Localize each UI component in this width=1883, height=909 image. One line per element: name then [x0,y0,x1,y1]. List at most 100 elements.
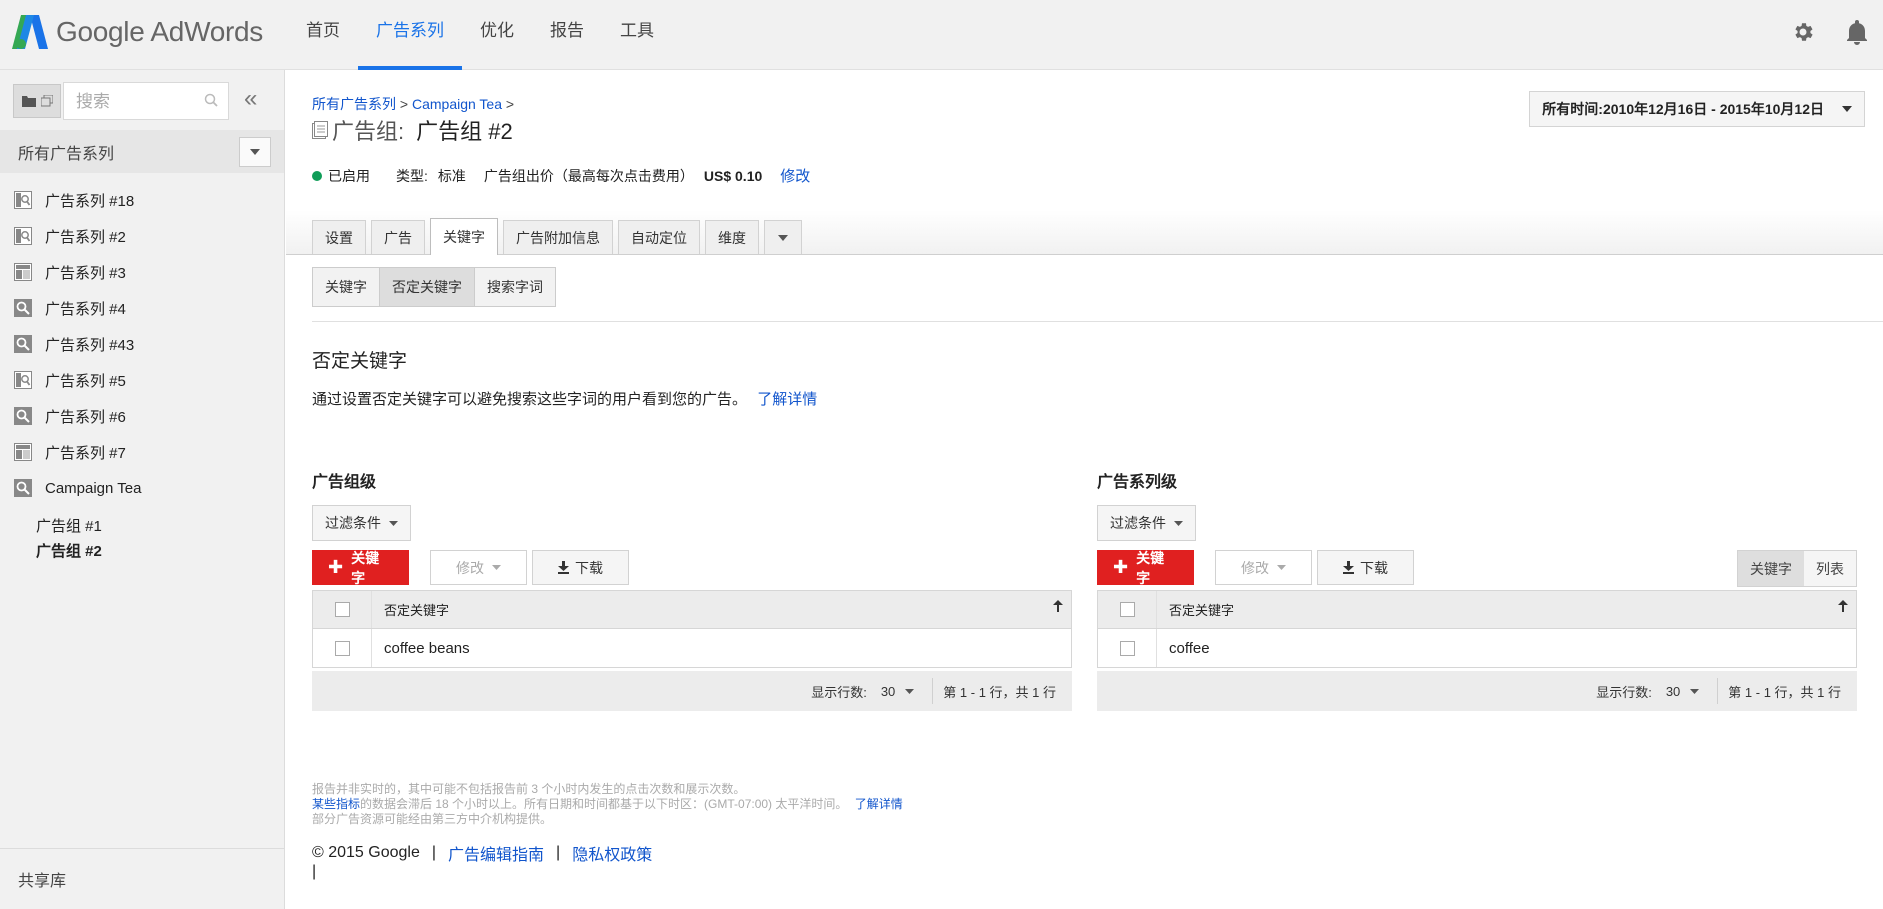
edit-button[interactable]: 修改 [1215,550,1312,585]
row-checkbox[interactable] [1119,640,1135,656]
subtab-keywords[interactable]: 关键字 [313,268,380,306]
tab-dimensions[interactable]: 维度 [705,220,759,254]
adwords-logo[interactable]: Google AdWords [12,14,263,50]
add-negative-keyword-button[interactable]: ✚ 关键字 [1097,550,1194,586]
ad-group-status-line: 已启用 类型: 标准 广告组出价（最高每次点击费用） US$ 0.10 修改 [312,165,810,186]
learn-more-link[interactable]: 了解详情 [855,797,903,811]
select-all-checkbox[interactable] [334,602,350,617]
sidebar-item-campaign-tea[interactable]: Campaign Tea [0,470,284,506]
search-icon [14,407,32,425]
table-row: coffee [1098,629,1856,667]
add-button-label: 关键字 [351,549,380,586]
bid-value: US$ 0.10 [703,167,763,184]
date-range-value: 2010年12月16日 - 2015年10月12日 [1602,101,1824,117]
column-header-negative-keyword[interactable]: 否定关键字 [384,600,449,619]
nav-item-reports[interactable]: 报告 [532,0,602,70]
keyword-cell: coffee [1169,639,1210,657]
tab-keywords[interactable]: 关键字 [430,218,498,255]
shared-library-link[interactable]: 共享库 [18,867,66,891]
keyword-toolbar: ✚ 关键字 修改 下载 [1097,550,1414,586]
sort-ascending-icon[interactable] [1838,600,1848,612]
all-campaigns-dropdown[interactable] [239,137,271,167]
column-header-negative-keyword[interactable]: 否定关键字 [1169,600,1234,619]
sidebar-item-campaign-18[interactable]: 广告系列 #18 [0,182,284,218]
add-negative-keyword-button[interactable]: ✚ 关键字 [312,549,409,586]
sidebar-item-campaign-3[interactable]: 广告系列 #3 [0,254,284,290]
plus-icon: ✚ [1113,557,1129,577]
row-checkbox[interactable] [334,640,350,656]
caret-down-icon [1842,106,1852,112]
panel-title: 广告组级 [312,474,377,491]
campaign-label: 广告系列 #43 [45,336,135,354]
sidebar-item-campaign-5[interactable]: 广告系列 #5 [0,362,284,398]
campaign-list: 广告系列 #18 广告系列 #2 广告系列 #3 广告系列 #4 广告系列 #4… [0,182,284,564]
table-row: coffee beans [313,629,1071,667]
tab-auto-targets[interactable]: 自动定位 [618,220,700,254]
tab-ad-extensions[interactable]: 广告附加信息 [503,220,613,254]
rows-per-page-label: 显示行数: [811,684,867,700]
section-description-text: 通过设置否定关键字可以避免搜索这些字词的用户看到您的广告。 [312,391,748,408]
sidebar-item-ad-group-2[interactable]: 广告组 #2 [0,539,284,564]
select-all-checkbox[interactable] [1119,602,1135,617]
section-description: 通过设置否定关键字可以避免搜索这些字词的用户看到您的广告。 了解详情 [312,388,817,409]
campaign-label: 广告系列 #3 [45,264,126,282]
folder-icon [21,96,36,107]
keyword-subtabs: 关键字 否定关键字 搜索字词 [312,267,556,307]
edit-bid-link[interactable]: 修改 [780,165,810,186]
editorial-guidelines-link[interactable]: 广告编辑指南 [448,841,544,865]
nav-item-home[interactable]: 首页 [288,0,358,70]
breadcrumb-campaign[interactable]: Campaign Tea [412,96,502,112]
copyright: © 2015 Google [312,844,420,861]
search-icon[interactable] [204,93,218,107]
sidebar-item-campaign-4[interactable]: 广告系列 #4 [0,290,284,326]
sidebar-item-campaign-43[interactable]: 广告系列 #43 [0,326,284,362]
nav-item-tools[interactable]: 工具 [602,0,672,70]
sidebar-item-campaign-2[interactable]: 广告系列 #2 [0,218,284,254]
display-search-icon [14,191,32,209]
learn-more-link[interactable]: 了解详情 [757,391,817,408]
page-title-lead: 广告组: [332,119,405,144]
sidebar-item-campaign-7[interactable]: 广告系列 #7 [0,434,284,470]
campaign-label: 广告系列 #7 [45,444,126,462]
tab-settings[interactable]: 设置 [312,220,366,254]
breadcrumb-all-campaigns[interactable]: 所有广告系列 [312,96,396,112]
subtab-negative-keywords[interactable]: 否定关键字 [380,268,475,306]
sidebar-item-ad-group-1[interactable]: 广告组 #1 [0,514,284,539]
main-nav: 首页 广告系列 优化 报告 工具 [288,0,672,70]
edit-button[interactable]: 修改 [430,550,527,585]
more-tabs-button[interactable] [764,220,802,254]
edit-button-label: 修改 [1241,559,1269,576]
rows-per-page-select[interactable]: 30 [1666,684,1707,699]
toggle-list[interactable]: 列表 [1804,551,1856,586]
tree-view-toggle[interactable] [13,84,61,118]
sidebar-search-input[interactable] [64,83,198,121]
sidebar-item-campaign-6[interactable]: 广告系列 #6 [0,398,284,434]
tab-ads[interactable]: 广告 [371,220,425,254]
negative-keyword-table: 否定关键字 coffee beans [312,590,1072,668]
filter-button[interactable]: 过滤条件 [312,505,411,541]
all-campaigns-label: 所有广告系列 [18,145,115,163]
bell-icon[interactable] [1845,20,1869,46]
gear-icon[interactable] [1791,20,1815,44]
sort-ascending-icon[interactable] [1053,600,1063,612]
table-footer: 显示行数: 30 第 1 - 1 行，共 1 行 [1097,671,1857,711]
filter-button[interactable]: 过滤条件 [1097,505,1196,541]
type-label: 类型: [396,167,428,184]
disclaimer-line-2: 某些指标的数据会滞后 18 个小时以上。所有日期和时间都基于以下时区：(GMT-… [312,797,903,812]
all-campaigns-row[interactable]: 所有广告系列 [0,130,284,173]
collapse-sidebar-button[interactable]: « [244,85,257,113]
top-bar: Google AdWords 首页 广告系列 优化 报告 工具 [0,0,1883,70]
download-button[interactable]: 下载 [532,550,629,585]
nav-item-campaigns[interactable]: 广告系列 [358,0,462,70]
page-info: 第 1 - 1 行，共 1 行 [1728,684,1841,700]
rows-per-page-select[interactable]: 30 [881,684,922,699]
some-metrics-link[interactable]: 某些指标 [312,797,360,811]
page-footer: © 2015 Google | 广告编辑指南 | 隐私权政策 [312,841,652,865]
privacy-policy-link[interactable]: 隐私权政策 [572,841,652,865]
caret-down-icon [1174,520,1183,526]
download-button[interactable]: 下载 [1317,550,1414,585]
toggle-keyword[interactable]: 关键字 [1738,551,1804,586]
subtab-search-terms[interactable]: 搜索字词 [475,268,555,306]
nav-item-optimize[interactable]: 优化 [462,0,532,70]
date-range-selector[interactable]: 所有时间: 2010年12月16日 - 2015年10月12日 [1529,91,1865,127]
